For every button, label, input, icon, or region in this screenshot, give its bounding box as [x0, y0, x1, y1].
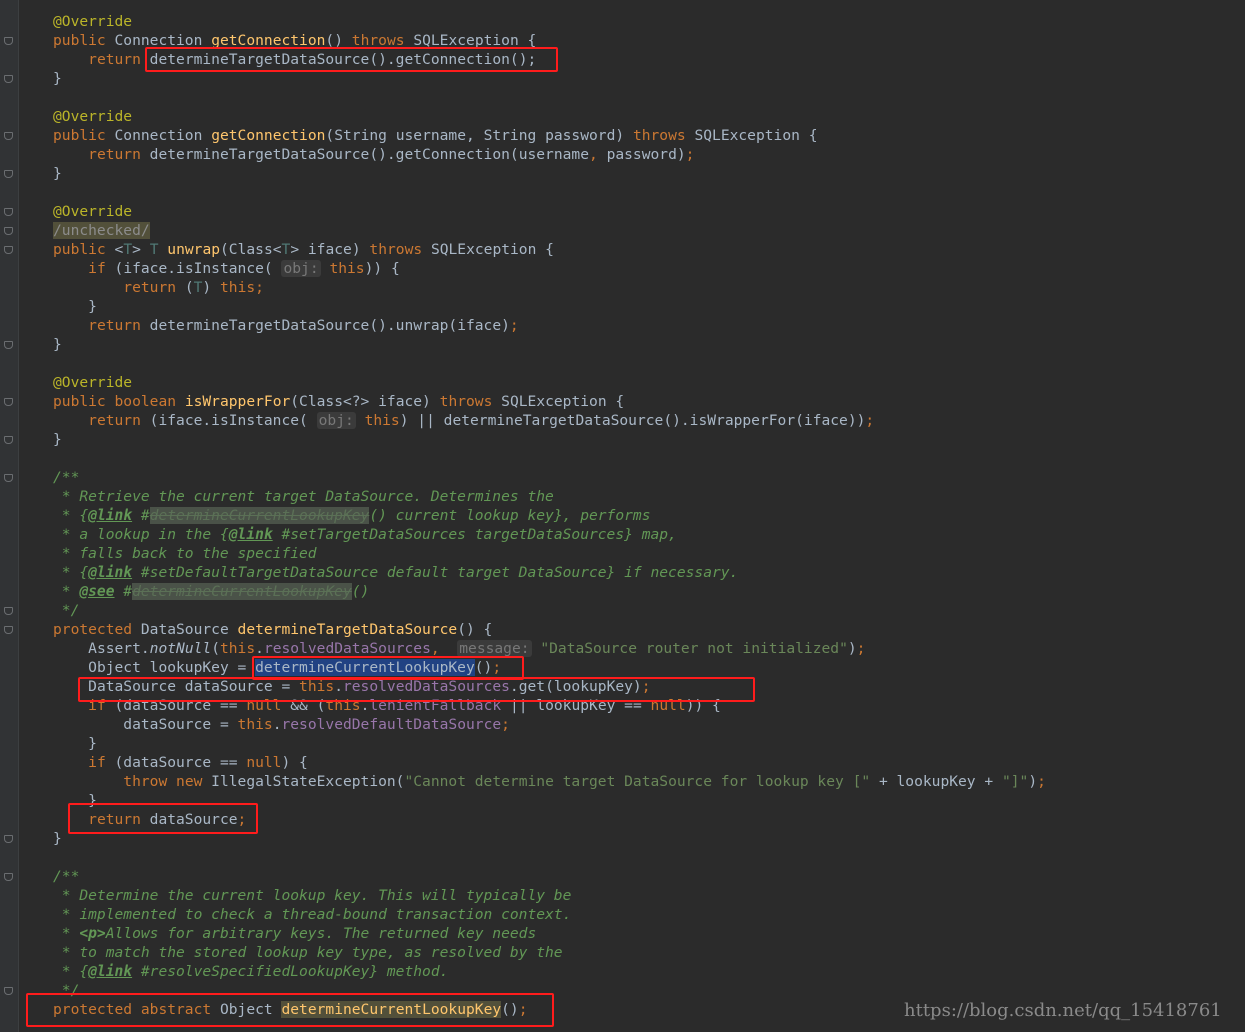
method-name: isWrapperFor [184, 393, 291, 410]
fold-marker-icon[interactable] [4, 436, 13, 444]
code-line: public <T> T unwrap(Class<T> iface) thro… [53, 241, 554, 258]
javadoc-line: * @see #determineCurrentLookupKey() [53, 583, 370, 600]
code-line: return determineTargetDataSource().getCo… [88, 146, 695, 163]
fold-marker-icon[interactable] [4, 246, 13, 254]
code-line: public Connection getConnection(String u… [53, 127, 818, 144]
fold-marker-icon[interactable] [4, 341, 13, 349]
code-line: protected DataSource determineTargetData… [53, 621, 493, 638]
code-line: if (dataSource == null) { [88, 754, 308, 771]
code-line: throw new IllegalStateException("Cannot … [123, 773, 1046, 790]
fold-marker-icon[interactable] [4, 170, 13, 178]
fold-marker-icon[interactable] [4, 37, 13, 45]
javadoc-line: * {@link #setDefaultTargetDataSource def… [53, 564, 739, 581]
method-name: getConnection [211, 127, 326, 144]
fold-marker-icon[interactable] [4, 987, 13, 995]
fold-marker-icon[interactable] [4, 626, 13, 634]
code-line: dataSource = this.resolvedDefaultDataSou… [123, 716, 510, 733]
code-line: } [88, 735, 97, 752]
javadoc-line: * Retrieve the current target DataSource… [53, 488, 554, 505]
watermark: https://blog.csdn.net/qq_15418761 [904, 1000, 1222, 1021]
suppress-warnings-marker: /unchecked/ [53, 222, 150, 239]
parameter-hint: message: [457, 640, 532, 657]
deprecated-reference: determineCurrentLookupKey [132, 583, 352, 600]
gutter-separator [18, 0, 19, 1032]
method-name: unwrap [167, 241, 221, 258]
fold-marker-icon[interactable] [4, 873, 13, 881]
javadoc-line: * implemented to check a thread-bound tr… [53, 906, 572, 923]
javadoc-line: * falls back to the specified [53, 545, 317, 562]
code-line: } [53, 336, 62, 353]
fold-marker-icon[interactable] [4, 75, 13, 83]
javadoc-line: */ [53, 602, 80, 619]
fold-marker-icon[interactable] [4, 398, 13, 406]
highlight-box [68, 803, 258, 834]
code-line: return (T) this; [123, 279, 264, 296]
code-line: } [53, 165, 62, 182]
javadoc-line: * <p>Allows for arbitrary keys. The retu… [53, 925, 537, 942]
code-line: @Override [53, 374, 133, 391]
code-line: } [53, 830, 62, 847]
code-line: } [53, 70, 62, 87]
deprecated-reference: determineCurrentLookupKey [149, 507, 370, 524]
code-line: @Override [53, 108, 133, 125]
fold-marker-icon[interactable] [4, 132, 13, 140]
fold-marker-icon[interactable] [4, 208, 13, 216]
code-line: } [53, 431, 62, 448]
javadoc-line: /** [53, 469, 80, 486]
javadoc-line: * to match the stored lookup key type, a… [53, 944, 563, 961]
annotation: @Override [53, 13, 133, 30]
fold-marker-icon[interactable] [4, 474, 13, 482]
javadoc-line: * {@link #resolveSpecifiedLookupKey} met… [53, 963, 449, 980]
code-line: @Override [53, 12, 132, 31]
fold-marker-icon[interactable] [4, 835, 13, 843]
code-line: return determineTargetDataSource().unwra… [88, 317, 519, 334]
code-line: if (iface.isInstance( obj: this)) { [88, 260, 400, 277]
code-line: } [88, 298, 97, 315]
javadoc-line: * {@link #determineCurrentLookupKey() cu… [53, 507, 651, 524]
highlight-box [78, 677, 755, 702]
code-line: public boolean isWrapperFor(Class<?> ifa… [53, 393, 625, 410]
fold-marker-icon[interactable] [4, 607, 13, 615]
code-line: return (iface.isInstance( obj: this) || … [88, 412, 875, 429]
parameter-hint: obj: [281, 260, 321, 277]
highlight-box [145, 47, 558, 72]
code-line: @Override [53, 203, 133, 220]
method-name: determineTargetDataSource [237, 621, 458, 638]
javadoc-line: * a lookup in the {@link #setTargetDataS… [53, 526, 677, 543]
parameter-hint: obj: [316, 412, 356, 429]
highlight-box [26, 993, 554, 1027]
javadoc-line: /** [53, 868, 80, 885]
code-line: /unchecked/ [53, 221, 150, 240]
javadoc-line: * Determine the current lookup key. This… [53, 887, 572, 904]
fold-marker-icon[interactable] [4, 227, 13, 235]
